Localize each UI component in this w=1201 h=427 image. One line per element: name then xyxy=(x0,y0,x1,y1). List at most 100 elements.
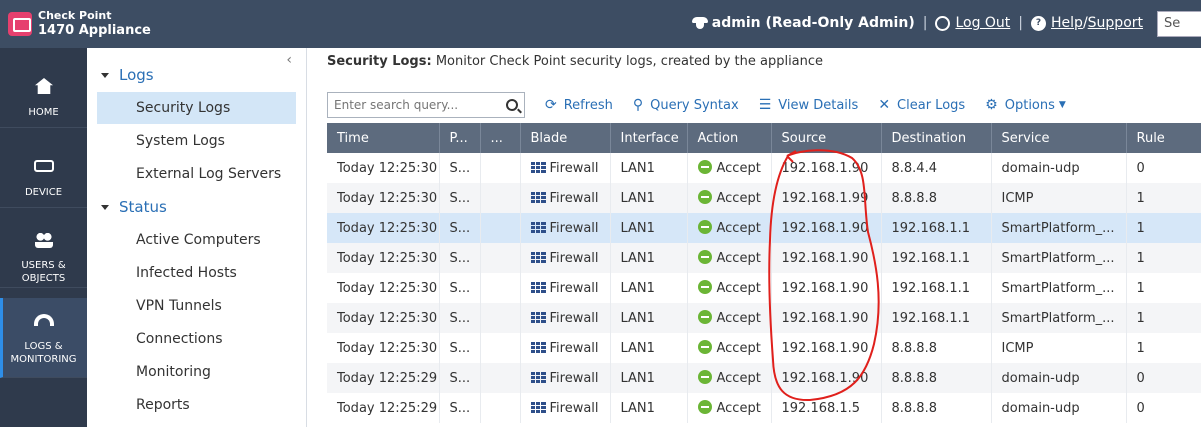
support-link[interactable]: Support xyxy=(1088,15,1143,31)
search-icon[interactable] xyxy=(506,99,518,111)
gauge-icon xyxy=(34,314,54,326)
column-header[interactable]: Rule xyxy=(1126,123,1201,153)
tree-item-active-computers[interactable]: Active Computers xyxy=(97,224,296,256)
collapse-panel-icon[interactable]: ‹ xyxy=(286,52,292,68)
table-cell: S... xyxy=(439,153,481,183)
table-cell: 8.8.4.4 xyxy=(881,153,992,183)
table-row[interactable]: Today 12:25:30 S... Firewall LAN1 Accept 192.… xyxy=(327,333,1201,363)
tree-item-connections[interactable]: Connections xyxy=(97,323,296,355)
column-header[interactable]: Action xyxy=(687,123,772,153)
caret-down-icon xyxy=(101,204,109,210)
table-cell: S... xyxy=(439,303,481,333)
tree-item-system-logs[interactable]: System Logs xyxy=(97,125,296,157)
column-header[interactable]: Destination xyxy=(881,123,992,153)
table-cell: 192.168.1.1 xyxy=(881,243,992,273)
cell-text: 192.168.1.90 xyxy=(781,280,869,296)
table-row[interactable]: Today 12:25:29 S... Firewall LAN1 Accept 192.… xyxy=(327,393,1201,423)
table-cell xyxy=(480,363,521,393)
table-cell: Today 12:25:30 xyxy=(327,213,440,243)
cell-text: Today 12:25:30 xyxy=(337,280,438,296)
view-details-button[interactable]: ☰ View Details xyxy=(759,97,859,113)
cell-text: Accept xyxy=(716,281,761,296)
column-header[interactable]: Service xyxy=(991,123,1127,153)
table-row[interactable]: Today 12:25:30 S... Firewall LAN1 Accept 192.… xyxy=(327,183,1201,213)
table-row[interactable]: Today 12:25:30 S... Firewall LAN1 Accept 192.… xyxy=(327,303,1201,333)
table-row[interactable]: Today 12:25:30 S... Firewall LAN1 Accept 192.… xyxy=(327,153,1201,183)
table-cell: domain-udp xyxy=(991,153,1127,183)
nav-logs-monitoring[interactable]: LOGS & MONITORING xyxy=(0,298,87,378)
table-cell: Accept xyxy=(687,243,772,273)
clear-logs-label: Clear Logs xyxy=(897,97,966,113)
table-cell: LAN1 xyxy=(610,393,688,423)
query-syntax-button[interactable]: ⚲ Query Syntax xyxy=(633,97,739,113)
logout-link[interactable]: Log Out xyxy=(955,15,1010,31)
tree-item-reports[interactable]: Reports xyxy=(97,389,296,421)
details-icon: ☰ xyxy=(758,97,772,113)
table-row[interactable]: Today 12:25:29 S... Firewall LAN1 Accept 192.… xyxy=(327,363,1201,393)
accept-icon xyxy=(697,250,712,264)
table-cell: domain-udp xyxy=(991,393,1127,423)
nav-device[interactable]: DEVICE xyxy=(0,128,87,208)
column-header[interactable]: Blade xyxy=(520,123,611,153)
nav-objects-label: OBJECTS xyxy=(21,273,66,284)
nav-users-objects[interactable]: USERS & OBJECTS xyxy=(0,208,87,288)
table-cell: 1 xyxy=(1126,183,1201,213)
cell-text: Accept xyxy=(716,371,761,386)
help-link[interactable]: Help xyxy=(1051,15,1083,31)
cell-text: LAN1 xyxy=(620,310,655,326)
cell-text: Accept xyxy=(716,161,761,176)
table-cell: 1 xyxy=(1126,333,1201,363)
nav-home[interactable]: HOME xyxy=(0,48,87,128)
brand-name: Check Point xyxy=(38,9,112,22)
table-cell xyxy=(480,183,521,213)
options-button[interactable]: ⚙ Options ▼ xyxy=(985,97,1066,113)
cell-text: Today 12:25:30 xyxy=(337,310,438,326)
cell-text: 8.8.8.8 xyxy=(891,400,937,416)
cell-text: S... xyxy=(449,220,471,236)
table-cell: 8.8.8.8 xyxy=(881,363,992,393)
table-cell: 1 xyxy=(1126,213,1201,243)
column-header[interactable]: P... xyxy=(439,123,481,153)
global-search-input[interactable]: Se xyxy=(1157,11,1201,37)
tree-item-vpn-tunnels[interactable]: VPN Tunnels xyxy=(97,290,296,322)
cell-text: Today 12:25:29 xyxy=(337,370,438,386)
table-cell: Today 12:25:30 xyxy=(327,183,440,213)
log-search-input[interactable] xyxy=(334,98,506,112)
clear-logs-button[interactable]: ✕ Clear Logs xyxy=(878,97,965,113)
tree-group-status[interactable]: Status xyxy=(101,198,167,216)
column-header[interactable]: Time xyxy=(327,123,440,153)
cell-text: Today 12:25:30 xyxy=(337,160,438,176)
tree-item-security-logs[interactable]: Security Logs xyxy=(97,92,296,124)
refresh-button[interactable]: ⟳ Refresh xyxy=(545,97,613,113)
accept-icon xyxy=(697,370,712,384)
nav-home-label: HOME xyxy=(28,107,59,118)
tree-group-logs[interactable]: Logs xyxy=(101,66,154,84)
column-header[interactable]: Source xyxy=(771,123,882,153)
tree-item-infected-hosts[interactable]: Infected Hosts xyxy=(97,257,296,289)
cell-text: 192.168.1.90 xyxy=(781,340,869,356)
cell-text: 192.168.1.5 xyxy=(781,400,861,416)
table-cell: LAN1 xyxy=(610,183,688,213)
table-row[interactable]: Today 12:25:30 S... Firewall LAN1 Accept 192.… xyxy=(327,243,1201,273)
table-cell: Today 12:25:29 xyxy=(327,393,440,423)
cell-text: 1 xyxy=(1136,340,1145,356)
table-row[interactable]: Today 12:25:30 S... Firewall LAN1 Accept 192.… xyxy=(327,213,1201,243)
cell-text: domain-udp xyxy=(1001,160,1080,176)
column-header[interactable]: Interface xyxy=(610,123,688,153)
table-cell: SmartPlatform_... xyxy=(991,243,1127,273)
cell-text: Today 12:25:30 xyxy=(337,340,438,356)
table-row[interactable]: Today 12:25:30 S... Firewall LAN1 Accept 192.… xyxy=(327,273,1201,303)
table-cell: S... xyxy=(439,393,481,423)
accept-icon xyxy=(697,340,712,354)
cell-text: S... xyxy=(449,310,471,326)
table-cell: Today 12:25:30 xyxy=(327,243,440,273)
tree-item-external-log-servers[interactable]: External Log Servers xyxy=(97,158,296,190)
cell-text: Accept xyxy=(716,341,761,356)
table-cell: 192.168.1.90 xyxy=(771,273,882,303)
cell-text: 192.168.1.1 xyxy=(891,250,971,266)
column-header[interactable]: ... xyxy=(480,123,521,153)
table-cell: 1 xyxy=(1126,303,1201,333)
cell-text: Today 12:25:30 xyxy=(337,250,438,266)
tree-item-monitoring[interactable]: Monitoring xyxy=(97,356,296,388)
table-cell: 192.168.1.1 xyxy=(881,273,992,303)
